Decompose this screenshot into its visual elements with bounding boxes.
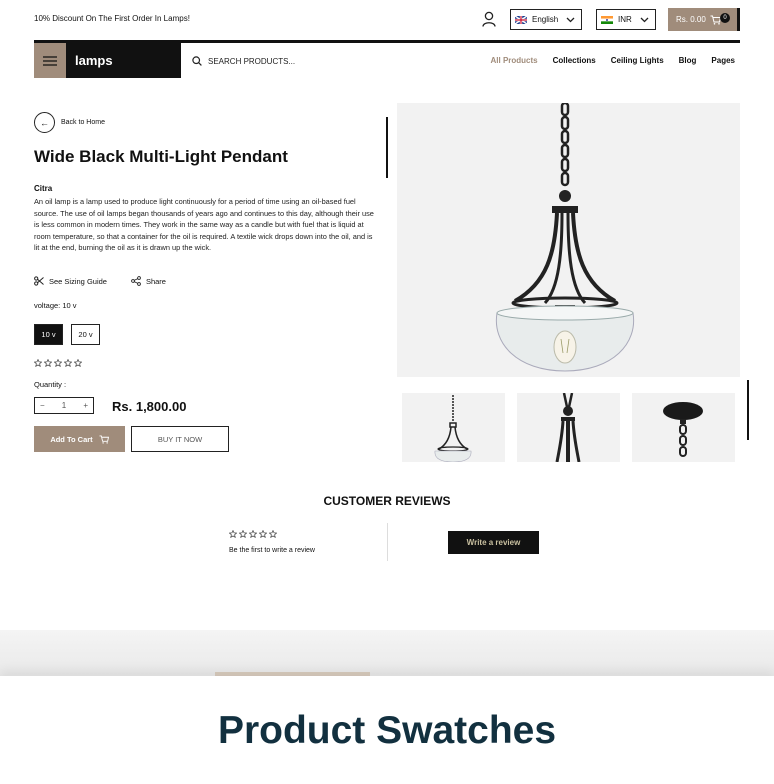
nav-collections[interactable]: Collections (553, 56, 596, 65)
star-empty-icon (259, 530, 267, 538)
quantity-increase-button[interactable]: + (83, 401, 88, 410)
star-empty-icon (74, 359, 82, 367)
hamburger-icon (43, 55, 57, 66)
reviews-rating (229, 530, 279, 538)
chevron-down-icon (640, 17, 649, 23)
product-rating (34, 359, 84, 367)
cart-button[interactable]: Rs. 0.00 0 (668, 8, 740, 31)
site-logo[interactable]: lamps (66, 43, 181, 78)
voltage-label: voltage: 10 v (34, 301, 77, 310)
product-description: An oil lamp is a lamp used to produce li… (34, 197, 374, 253)
reviews-divider (387, 523, 388, 561)
product-brand: Citra (34, 184, 53, 193)
product-swatches-heading: Product Swatches (0, 676, 774, 784)
canopy-thumbnail-image (663, 402, 703, 457)
swatches-heading-text: Product Swatches (217, 709, 557, 752)
scissors-icon (34, 276, 44, 286)
quantity-input[interactable]: 1 (62, 401, 66, 410)
quantity-label: Quantity : (34, 380, 67, 389)
product-thumbnail-3[interactable] (632, 393, 735, 462)
sizing-guide-label: See Sizing Guide (49, 276, 107, 286)
currency-value: INR (618, 15, 632, 24)
search-input[interactable]: SEARCH PRODUCTS... (208, 57, 295, 66)
cart-icon (99, 434, 109, 444)
search-bar[interactable]: SEARCH PRODUCTS... (192, 56, 295, 66)
product-tools: See Sizing Guide Share (34, 276, 190, 286)
product-price: Rs. 1,800.00 (112, 399, 187, 414)
voltage-option-20v[interactable]: 20 v (71, 324, 100, 345)
share-link[interactable]: Share (131, 276, 166, 286)
star-empty-icon (64, 359, 72, 367)
top-bar: 10% Discount On The First Order In Lamps… (0, 0, 774, 40)
nav-links: All Products Collections Ceiling Lights … (476, 56, 736, 65)
share-icon (131, 276, 141, 286)
cart-total: Rs. 0.00 (676, 15, 706, 24)
no-reviews-text: Be the first to write a review (229, 547, 315, 554)
star-empty-icon (249, 530, 257, 538)
pendant-lamp-image (495, 101, 635, 372)
product-thumbnail-1[interactable] (402, 393, 505, 463)
cart-count-badge: 0 (720, 13, 730, 23)
nav-all-products[interactable]: All Products (491, 56, 538, 65)
star-empty-icon (239, 530, 247, 538)
add-to-cart-label: Add To Cart (50, 434, 93, 444)
scroll-indicator (386, 117, 388, 178)
uk-flag-icon (515, 15, 527, 24)
promo-text: 10% Discount On The First Order In Lamps… (34, 14, 190, 23)
currency-select[interactable]: INR (596, 9, 656, 30)
nav-ceiling-lights[interactable]: Ceiling Lights (611, 56, 664, 65)
menu-button[interactable] (34, 43, 66, 78)
arrow-left-icon: ← (34, 112, 55, 133)
share-label: Share (145, 276, 166, 286)
write-review-button[interactable]: Write a review (448, 531, 539, 554)
nav-blog[interactable]: Blog (679, 56, 697, 65)
back-label: Back to Home (61, 119, 105, 126)
star-empty-icon (229, 530, 237, 538)
language-select[interactable]: English (510, 9, 582, 30)
star-empty-icon (34, 359, 42, 367)
reviews-title: CUSTOMER REVIEWS (323, 494, 451, 508)
buy-now-button[interactable]: BUY IT NOW (131, 426, 229, 452)
quantity-stepper: − 1 + (34, 397, 94, 414)
image-scroll-indicator (747, 380, 749, 440)
voltage-option-10v[interactable]: 10 v (34, 324, 63, 345)
product-thumbnail-2[interactable] (517, 392, 620, 463)
nav-pages[interactable]: Pages (711, 56, 735, 65)
pendant-detail-thumbnail-image (555, 392, 581, 463)
pendant-thumbnail-image (434, 395, 472, 463)
user-icon[interactable] (482, 11, 496, 27)
main-navbar: lamps SEARCH PRODUCTS... All Products Co… (34, 40, 740, 78)
sizing-guide-link[interactable]: See Sizing Guide (34, 276, 107, 286)
add-to-cart-button[interactable]: Add To Cart (34, 426, 125, 452)
star-empty-icon (269, 530, 277, 538)
quantity-decrease-button[interactable]: − (40, 401, 45, 410)
product-title: Wide Black Multi-Light Pendant (34, 147, 288, 166)
star-empty-icon (44, 359, 52, 367)
search-icon (192, 56, 202, 66)
star-empty-icon (54, 359, 62, 367)
chevron-down-icon (566, 17, 575, 23)
india-flag-icon (601, 15, 613, 24)
language-value: English (532, 15, 559, 24)
back-to-home-link[interactable]: ← Back to Home (34, 112, 105, 133)
grey-section-band (0, 630, 774, 676)
product-main-image[interactable] (397, 101, 740, 377)
